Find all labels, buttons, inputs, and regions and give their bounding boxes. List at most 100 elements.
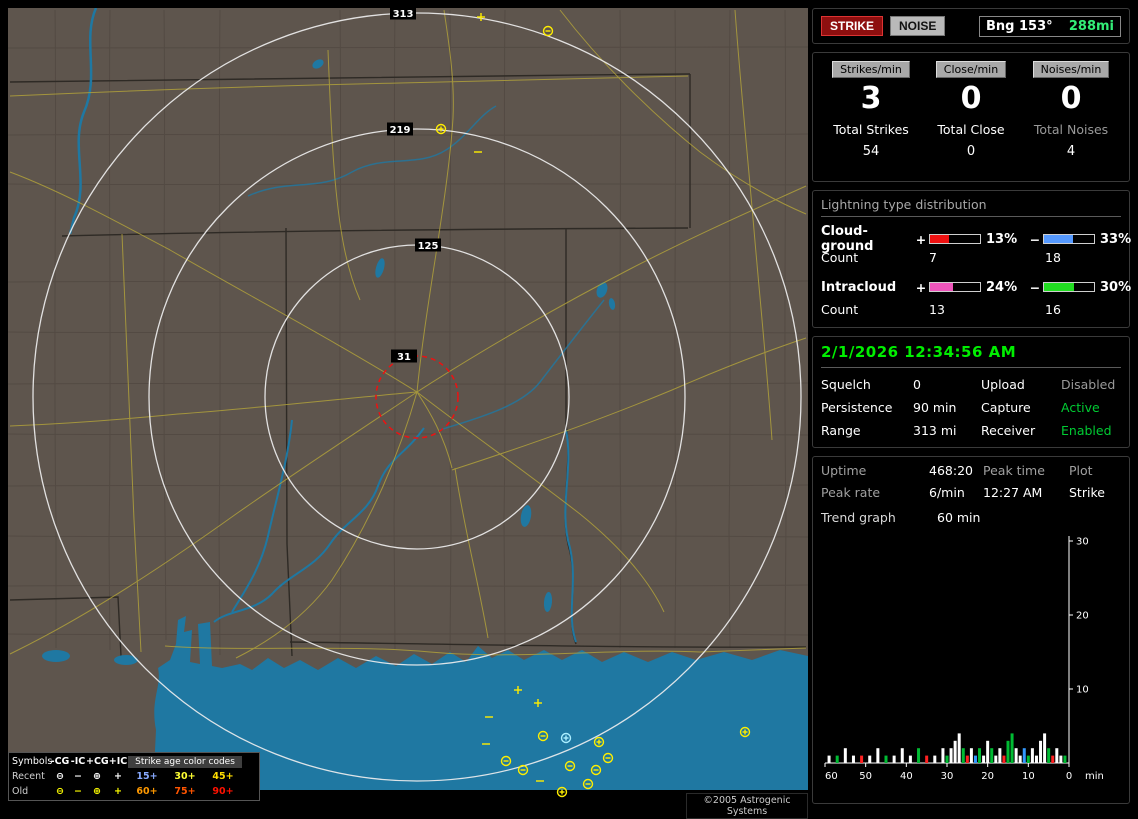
legend-col-pos-ic: +IC bbox=[108, 756, 128, 767]
cg-neg-pct: 33% bbox=[1100, 231, 1132, 247]
ic-neg-icon: − bbox=[74, 771, 82, 782]
close-rate-column: Close/min 0 Total Close 0 bbox=[921, 59, 1021, 175]
uptime-label: Uptime bbox=[821, 463, 867, 478]
svg-text:0: 0 bbox=[1066, 771, 1072, 782]
count-label: Count bbox=[821, 249, 859, 265]
peak-time-value: 12:27 AM bbox=[983, 485, 1043, 500]
plus-sign: + bbox=[915, 279, 927, 295]
ic-pos-pct: 24% bbox=[986, 279, 1018, 295]
svg-text:10: 10 bbox=[1022, 771, 1035, 782]
age-90: 90+ bbox=[212, 786, 234, 797]
noises-per-min-value: 0 bbox=[1060, 81, 1082, 116]
legend-col-pos-cg: +CG bbox=[86, 756, 109, 767]
range-ring-label: 313 bbox=[393, 9, 414, 20]
total-close-value: 0 bbox=[966, 143, 976, 159]
trend-graph-canvas: 10 20 30 60 50 40 30 20 10 0 min bbox=[824, 536, 1104, 782]
receiver-label: Receiver bbox=[981, 423, 1036, 438]
distribution-panel: Lightning type distribution Cloud-ground… bbox=[812, 190, 1131, 328]
close-per-min-button[interactable]: Close/min bbox=[935, 61, 1007, 78]
svg-text:30: 30 bbox=[941, 771, 954, 782]
distribution-title: Lightning type distribution bbox=[821, 197, 1121, 217]
noises-rate-column: Noises/min 0 Total Noises 4 bbox=[1021, 59, 1121, 175]
ic-pos-bar bbox=[929, 282, 981, 292]
range-ring-label: 219 bbox=[390, 125, 411, 136]
bearing-readout: Bng 153° 288mi bbox=[979, 15, 1121, 37]
ic-neg-count: 16 bbox=[1045, 301, 1061, 317]
status-panel: 2/1/2026 12:34:56 AM Squelch 0 Upload Di… bbox=[812, 336, 1130, 448]
age-60: 60+ bbox=[136, 786, 158, 797]
minus-sign: − bbox=[1029, 231, 1041, 247]
legend-age-title: Strike age color codes bbox=[128, 755, 242, 768]
cg-pos-bar bbox=[929, 234, 981, 244]
capture-label: Capture bbox=[981, 400, 1031, 415]
app-window: 313 219 125 31 Symbols -CG -IC +CG +IC Stri… bbox=[0, 0, 1138, 819]
ic-pos-count: 13 bbox=[929, 301, 945, 317]
lightning-map[interactable]: 313 219 125 31 Symbols -CG -IC +CG +IC Stri… bbox=[0, 0, 810, 819]
svg-text:20: 20 bbox=[1076, 611, 1089, 622]
mode-toolbar: STRIKE NOISE Bng 153° 288mi bbox=[812, 8, 1130, 44]
capture-status: Active bbox=[1061, 400, 1100, 415]
legend-row-recent: Recent ⊖ − ⊕ + 15+ 30+ 45+ bbox=[12, 769, 256, 784]
range-label: Range bbox=[821, 423, 861, 438]
plot-value: Strike bbox=[1069, 485, 1105, 500]
cg-pos-pct: 13% bbox=[986, 231, 1018, 247]
noises-per-min-button[interactable]: Noises/min bbox=[1032, 61, 1110, 78]
ic-pos-icon: + bbox=[114, 786, 122, 797]
peak-time-label: Peak time bbox=[983, 463, 1045, 478]
upload-status: Disabled bbox=[1061, 377, 1116, 392]
trend-window-value: 60 min bbox=[937, 510, 981, 525]
range-ring-label: 125 bbox=[418, 241, 439, 252]
squelch-label: Squelch bbox=[821, 377, 871, 392]
total-noises-label: Total Noises bbox=[1033, 121, 1109, 137]
minus-sign: − bbox=[1029, 279, 1041, 295]
cloud-ground-count-row: Count 7 18 bbox=[821, 246, 1121, 268]
count-label: Count bbox=[821, 301, 859, 317]
range-value: 313 mi bbox=[913, 423, 957, 438]
cg-neg-icon: ⊖ bbox=[56, 786, 64, 797]
bearing-distance: 288mi bbox=[1068, 18, 1114, 34]
bearing-label: Bng 153° bbox=[986, 18, 1053, 34]
map-legend: Symbols -CG -IC +CG +IC Strike age color… bbox=[8, 752, 260, 801]
legend-title: Symbols bbox=[12, 756, 53, 767]
legend-col-neg-cg: -CG bbox=[50, 756, 70, 767]
range-ring-label: 31 bbox=[397, 352, 411, 363]
intracloud-row: Intracloud + 24% − 30% bbox=[821, 276, 1131, 298]
total-strikes-label: Total Strikes bbox=[833, 121, 909, 137]
strikes-per-min-value: 3 bbox=[860, 81, 882, 116]
strikes-rate-column: Strikes/min 3 Total Strikes 54 bbox=[821, 59, 921, 175]
intracloud-count-row: Count 13 16 bbox=[821, 298, 1121, 320]
total-close-label: Total Close bbox=[937, 121, 1005, 137]
svg-text:20: 20 bbox=[981, 771, 994, 782]
cloud-ground-row: Cloud-ground + 13% − 33% bbox=[821, 224, 1131, 254]
plot-label: Plot bbox=[1069, 463, 1093, 478]
svg-text:60: 60 bbox=[825, 771, 838, 782]
trend-graph-label: Trend graph bbox=[821, 510, 896, 525]
svg-text:30: 30 bbox=[1076, 537, 1089, 548]
strike-mode-button[interactable]: STRIKE bbox=[821, 16, 884, 36]
stats-trend-panel: Uptime 468:20 Peak time Plot Peak rate 6… bbox=[812, 456, 1130, 804]
map-canvas: 313 219 125 31 bbox=[0, 0, 810, 812]
legend-row-old: Old ⊖ − ⊕ + 60+ 75+ 90+ bbox=[12, 784, 256, 799]
ic-neg-bar bbox=[1043, 282, 1095, 292]
noise-mode-button[interactable]: NOISE bbox=[890, 16, 946, 36]
clock-display: 2/1/2026 12:34:56 AM bbox=[821, 343, 1121, 368]
ic-pos-icon: + bbox=[114, 771, 122, 782]
svg-text:40: 40 bbox=[900, 771, 913, 782]
cg-pos-count: 7 bbox=[929, 249, 937, 265]
cg-pos-icon: ⊕ bbox=[93, 771, 101, 782]
peak-rate-label: Peak rate bbox=[821, 485, 881, 500]
svg-text:10: 10 bbox=[1076, 685, 1089, 696]
squelch-value: 0 bbox=[913, 377, 921, 392]
age-75: 75+ bbox=[174, 786, 196, 797]
upload-label: Upload bbox=[981, 377, 1025, 392]
peak-rate-value: 6/min bbox=[929, 485, 965, 500]
total-strikes-value: 54 bbox=[862, 143, 880, 159]
strikes-per-min-button[interactable]: Strikes/min bbox=[832, 61, 910, 78]
receiver-status: Enabled bbox=[1061, 423, 1112, 438]
age-30: 30+ bbox=[174, 771, 196, 782]
age-45: 45+ bbox=[212, 771, 234, 782]
uptime-value: 468:20 bbox=[929, 463, 973, 478]
cg-neg-bar bbox=[1043, 234, 1095, 244]
rates-panel: Strikes/min 3 Total Strikes 54 Close/min… bbox=[812, 52, 1130, 182]
cg-neg-icon: ⊖ bbox=[56, 771, 64, 782]
